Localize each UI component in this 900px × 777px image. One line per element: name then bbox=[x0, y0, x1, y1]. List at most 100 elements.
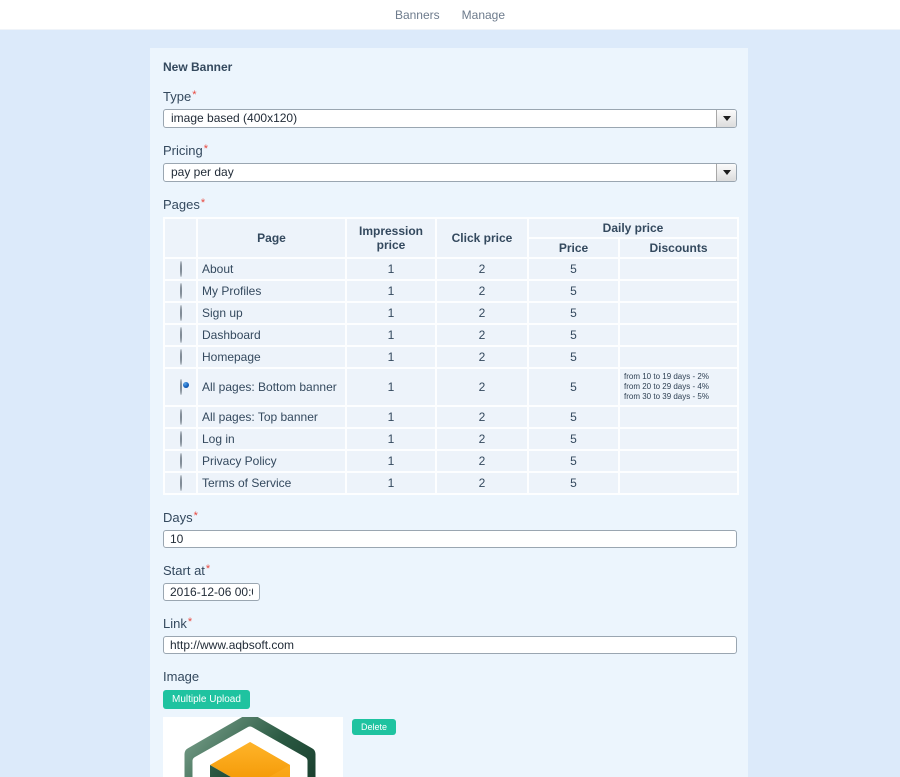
table-row: Dashboard 1 2 5 bbox=[163, 323, 740, 347]
pages-label: Pages* bbox=[163, 197, 206, 212]
page-radio[interactable] bbox=[179, 327, 182, 343]
page-name: Dashboard bbox=[196, 323, 347, 347]
discounts-cell bbox=[617, 257, 740, 281]
pricing-label: Pricing* bbox=[163, 143, 209, 158]
start-at-input[interactable] bbox=[163, 583, 260, 601]
link-input[interactable] bbox=[163, 636, 737, 654]
daily-price: 5 bbox=[527, 279, 620, 303]
required-asterisk: * bbox=[200, 197, 206, 209]
page-name: All pages: Bottom banner bbox=[196, 367, 347, 407]
impression-price: 1 bbox=[345, 449, 437, 473]
required-asterisk: * bbox=[205, 563, 211, 575]
delete-image-button[interactable]: Delete bbox=[352, 719, 397, 735]
daily-price: 5 bbox=[527, 405, 620, 429]
page-name: My Profiles bbox=[196, 279, 347, 303]
image-field-group: Image Multiple Upload Delete bbox=[163, 669, 737, 777]
discounts-cell bbox=[617, 323, 740, 347]
new-banner-panel: New Banner Type* image based (400x120) P… bbox=[150, 48, 748, 777]
required-asterisk: * bbox=[193, 510, 198, 522]
click-price: 2 bbox=[435, 301, 529, 325]
type-select-value: image based (400x120) bbox=[171, 111, 298, 125]
impression-column-header: Impression price bbox=[345, 217, 437, 259]
page-radio-selected[interactable] bbox=[179, 379, 182, 395]
page-radio[interactable] bbox=[179, 409, 182, 425]
pages-field-group: Pages* Page Impression price Click price… bbox=[163, 197, 740, 495]
discounts-column-header: Discounts bbox=[617, 237, 740, 259]
page-name: Sign up bbox=[196, 301, 347, 325]
impression-price: 1 bbox=[345, 405, 437, 429]
page-radio[interactable] bbox=[179, 261, 182, 277]
click-price: 2 bbox=[435, 405, 529, 429]
impression-price: 1 bbox=[345, 345, 437, 369]
daily-price: 5 bbox=[527, 301, 620, 325]
discount-line: from 30 to 39 days - 5% bbox=[624, 392, 709, 401]
daily-price: 5 bbox=[527, 323, 620, 347]
page-name: Homepage bbox=[196, 345, 347, 369]
click-price: 2 bbox=[435, 367, 529, 407]
type-select[interactable]: image based (400x120) bbox=[163, 109, 737, 128]
click-price: 2 bbox=[435, 257, 529, 281]
discounts-cell bbox=[617, 471, 740, 495]
impression-price: 1 bbox=[345, 427, 437, 451]
discounts-cell bbox=[617, 279, 740, 303]
daily-price: 5 bbox=[527, 345, 620, 369]
start-at-label: Start at* bbox=[163, 563, 211, 578]
page-name: Privacy Policy bbox=[196, 449, 347, 473]
daily-price: 5 bbox=[527, 427, 620, 451]
page-radio[interactable] bbox=[179, 349, 182, 365]
link-field-group: Link* bbox=[163, 616, 737, 654]
table-row: My Profiles 1 2 5 bbox=[163, 279, 740, 303]
nav-item-manage[interactable]: Manage bbox=[462, 8, 505, 22]
type-label: Type* bbox=[163, 89, 197, 104]
required-asterisk: * bbox=[192, 89, 197, 101]
cube-logo-image bbox=[163, 717, 343, 777]
required-asterisk: * bbox=[203, 143, 209, 155]
page-radio[interactable] bbox=[179, 283, 182, 299]
click-price: 2 bbox=[435, 323, 529, 347]
days-field-group: Days* bbox=[163, 510, 737, 548]
page-radio[interactable] bbox=[179, 431, 182, 447]
pricing-select[interactable]: pay per day bbox=[163, 163, 737, 182]
page-title: New Banner bbox=[163, 60, 233, 74]
multiple-upload-button[interactable]: Multiple Upload bbox=[163, 690, 250, 709]
days-input[interactable] bbox=[163, 530, 737, 548]
page: Banners Manage New Banner Type* image ba… bbox=[0, 0, 900, 777]
table-row: Terms of Service 1 2 5 bbox=[163, 471, 740, 495]
page-name: Log in bbox=[196, 427, 347, 451]
discount-line: from 10 to 19 days - 2% bbox=[624, 372, 709, 381]
click-price: 2 bbox=[435, 345, 529, 369]
pages-table: Page Impression price Click price Daily … bbox=[163, 217, 740, 495]
click-column-header: Click price bbox=[435, 217, 529, 259]
nav-item-banners[interactable]: Banners bbox=[395, 8, 440, 22]
impression-price: 1 bbox=[345, 301, 437, 325]
top-navbar: Banners Manage bbox=[0, 0, 900, 30]
daily-price: 5 bbox=[527, 449, 620, 473]
discounts-cell: from 10 to 19 days - 2% from 20 to 29 da… bbox=[617, 367, 740, 407]
click-price: 2 bbox=[435, 279, 529, 303]
days-label: Days* bbox=[163, 510, 198, 525]
discounts-cell bbox=[617, 427, 740, 451]
start-at-field-group: Start at* bbox=[163, 563, 737, 601]
impression-price: 1 bbox=[345, 257, 437, 281]
daily-price: 5 bbox=[527, 471, 620, 495]
page-radio[interactable] bbox=[179, 453, 182, 469]
discounts-cell bbox=[617, 449, 740, 473]
pricing-field-group: Pricing* pay per day bbox=[163, 143, 737, 182]
table-row-selected: All pages: Bottom banner 1 2 5 from 10 t… bbox=[163, 367, 740, 407]
image-preview-row: Delete bbox=[163, 717, 737, 777]
dropdown-arrow-icon[interactable] bbox=[716, 164, 736, 181]
page-radio[interactable] bbox=[179, 475, 182, 491]
price-column-header: Price bbox=[527, 237, 620, 259]
pricing-select-value: pay per day bbox=[171, 165, 234, 179]
table-row: About 1 2 5 bbox=[163, 257, 740, 281]
discount-line: from 20 to 29 days - 4% bbox=[624, 382, 709, 391]
page-radio[interactable] bbox=[179, 305, 182, 321]
daily-price-column-header: Daily price bbox=[526, 217, 740, 239]
click-price: 2 bbox=[435, 427, 529, 451]
table-row: Log in 1 2 5 bbox=[163, 427, 740, 451]
daily-price: 5 bbox=[527, 257, 620, 281]
radio-column-header bbox=[163, 217, 198, 259]
click-price: 2 bbox=[435, 471, 529, 495]
dropdown-arrow-icon[interactable] bbox=[716, 110, 736, 127]
page-name: All pages: Top banner bbox=[196, 405, 347, 429]
